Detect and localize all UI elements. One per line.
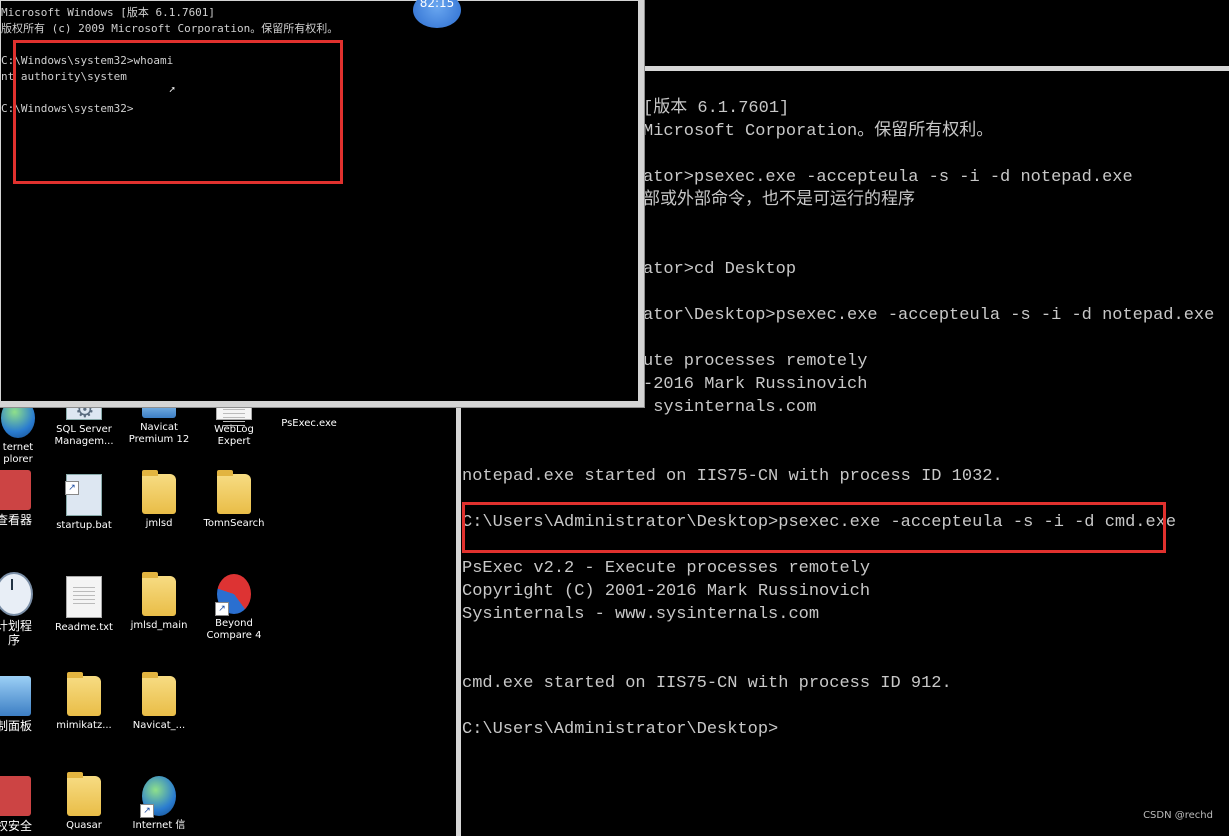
desktop-icon-label: jmlsd (145, 518, 173, 529)
desktop-icon-jmlsd-main[interactable]: jmlsd_main (123, 572, 195, 632)
desktop-icon-label: Navicat_... (132, 720, 186, 731)
cmd-line: Microsoft Windows [版本 6.1.7601] (1, 6, 216, 19)
beyond-compare-icon (215, 574, 251, 616)
cmd-line: 版权所有 (c) 2009 Microsoft Corporation。保留所有… (1, 22, 339, 35)
console-line: PsExec v2.2 - Execute processes remotely (462, 559, 871, 578)
console-line: [版本 6.1.7601] (643, 99, 790, 118)
console-line: C:\Users\Administrator\Desktop> (462, 720, 779, 739)
console-line: -2016 Mark Russinovich (643, 375, 868, 394)
highlight-box-psexec-cmd (462, 502, 1166, 553)
desktop-icon-task-scheduler[interactable]: 计划程 序 (0, 572, 50, 648)
viewer-icon (0, 470, 31, 510)
console-line: 部或外部命令，也不是可运行的程序 (643, 191, 915, 210)
desktop-icon-label: ternet plorer (2, 442, 34, 465)
folder-icon (142, 470, 176, 514)
desktop-icon-label: mimikatz... (56, 720, 112, 731)
control-panel-icon (0, 676, 31, 716)
desktop-icon-label: Beyond Compare 4 (206, 618, 262, 641)
desktop-icon-startup-bat[interactable]: startup.bat (48, 474, 120, 532)
desktop-icon-firewall[interactable]: 权安全 (0, 776, 50, 834)
console-line: Copyright (C) 2001-2016 Mark Russinovich (462, 582, 871, 601)
highlight-box-whoami (13, 40, 343, 184)
desktop-icon-label: 计划程 序 (0, 619, 32, 647)
desktop-icon-psexec[interactable]: PsExec.exe (273, 418, 345, 430)
folder-icon (217, 470, 251, 514)
desktop-icon-internet-explorer[interactable]: ternet plorer (0, 398, 54, 466)
iis-manager-icon (140, 776, 176, 818)
desktop-icon-label: 查看器 (0, 513, 32, 527)
desktop-icon-beyond-compare[interactable]: Beyond Compare 4 (198, 574, 270, 642)
console-line: Microsoft Corporation。保留所有权利。 (643, 122, 994, 141)
desktop-icon-quasar[interactable]: Quasar (48, 772, 120, 832)
folder-icon (142, 672, 176, 716)
console-line: notepad.exe started on IIS75-CN with pro… (462, 467, 1003, 486)
desktop-icon-mimikatz[interactable]: mimikatz... (48, 672, 120, 732)
console-line: ator>cd Desktop (643, 260, 797, 279)
desktop-icon-viewer[interactable]: 查看器 (0, 470, 50, 528)
desktop-icon-label: Navicat Premium 12 (128, 422, 190, 445)
console-line: sysinternals.com (643, 398, 817, 417)
desktop-icon-iis-manager[interactable]: Internet 信 (123, 776, 195, 832)
desktop-icon-label: jmlsd_main (130, 620, 188, 631)
folder-icon (67, 672, 101, 716)
desktop-icon-label: SQL Server Managem... (54, 424, 114, 447)
watermark: CSDN @rechd (1143, 810, 1213, 821)
desktop-icon-label: Quasar (66, 820, 102, 831)
desktop-icon-control-panel[interactable]: 制面板 (0, 676, 50, 734)
bat-file-icon (65, 474, 102, 516)
console-line: Sysinternals - www.sysinternals.com (462, 605, 820, 624)
task-scheduler-icon (0, 572, 33, 616)
firewall-icon (0, 776, 31, 816)
text-file-icon (66, 576, 102, 618)
console-line: ator\Desktop>psexec.exe -accepteula -s -… (643, 306, 1215, 325)
console-line: cmd.exe started on IIS75-CN with process… (462, 674, 952, 693)
desktop-icon-label: Internet 信 (132, 820, 186, 831)
console-line: ator>psexec.exe -accepteula -s -i -d not… (643, 168, 1133, 187)
desktop-icon-jmlsd[interactable]: jmlsd (123, 470, 195, 530)
desktop-icon-label: PsExec.exe (281, 418, 337, 429)
folder-icon (142, 572, 176, 616)
desktop-icon-tomnsearch[interactable]: TomnSearch (198, 470, 270, 530)
desktop-icon-label: 制面板 (0, 719, 32, 733)
folder-icon (67, 772, 101, 816)
desktop-icon-navicat-folder[interactable]: Navicat_... (123, 672, 195, 732)
desktop-icon-label: TomnSearch (203, 518, 265, 529)
console-line: ute processes remotely (643, 352, 868, 371)
desktop-icon-label: WebLog Expert (214, 424, 254, 447)
desktop-icon-label: startup.bat (56, 520, 112, 531)
desktop-icon-readme[interactable]: Readme.txt (48, 576, 120, 634)
desktop-icon-label: Readme.txt (55, 622, 113, 633)
